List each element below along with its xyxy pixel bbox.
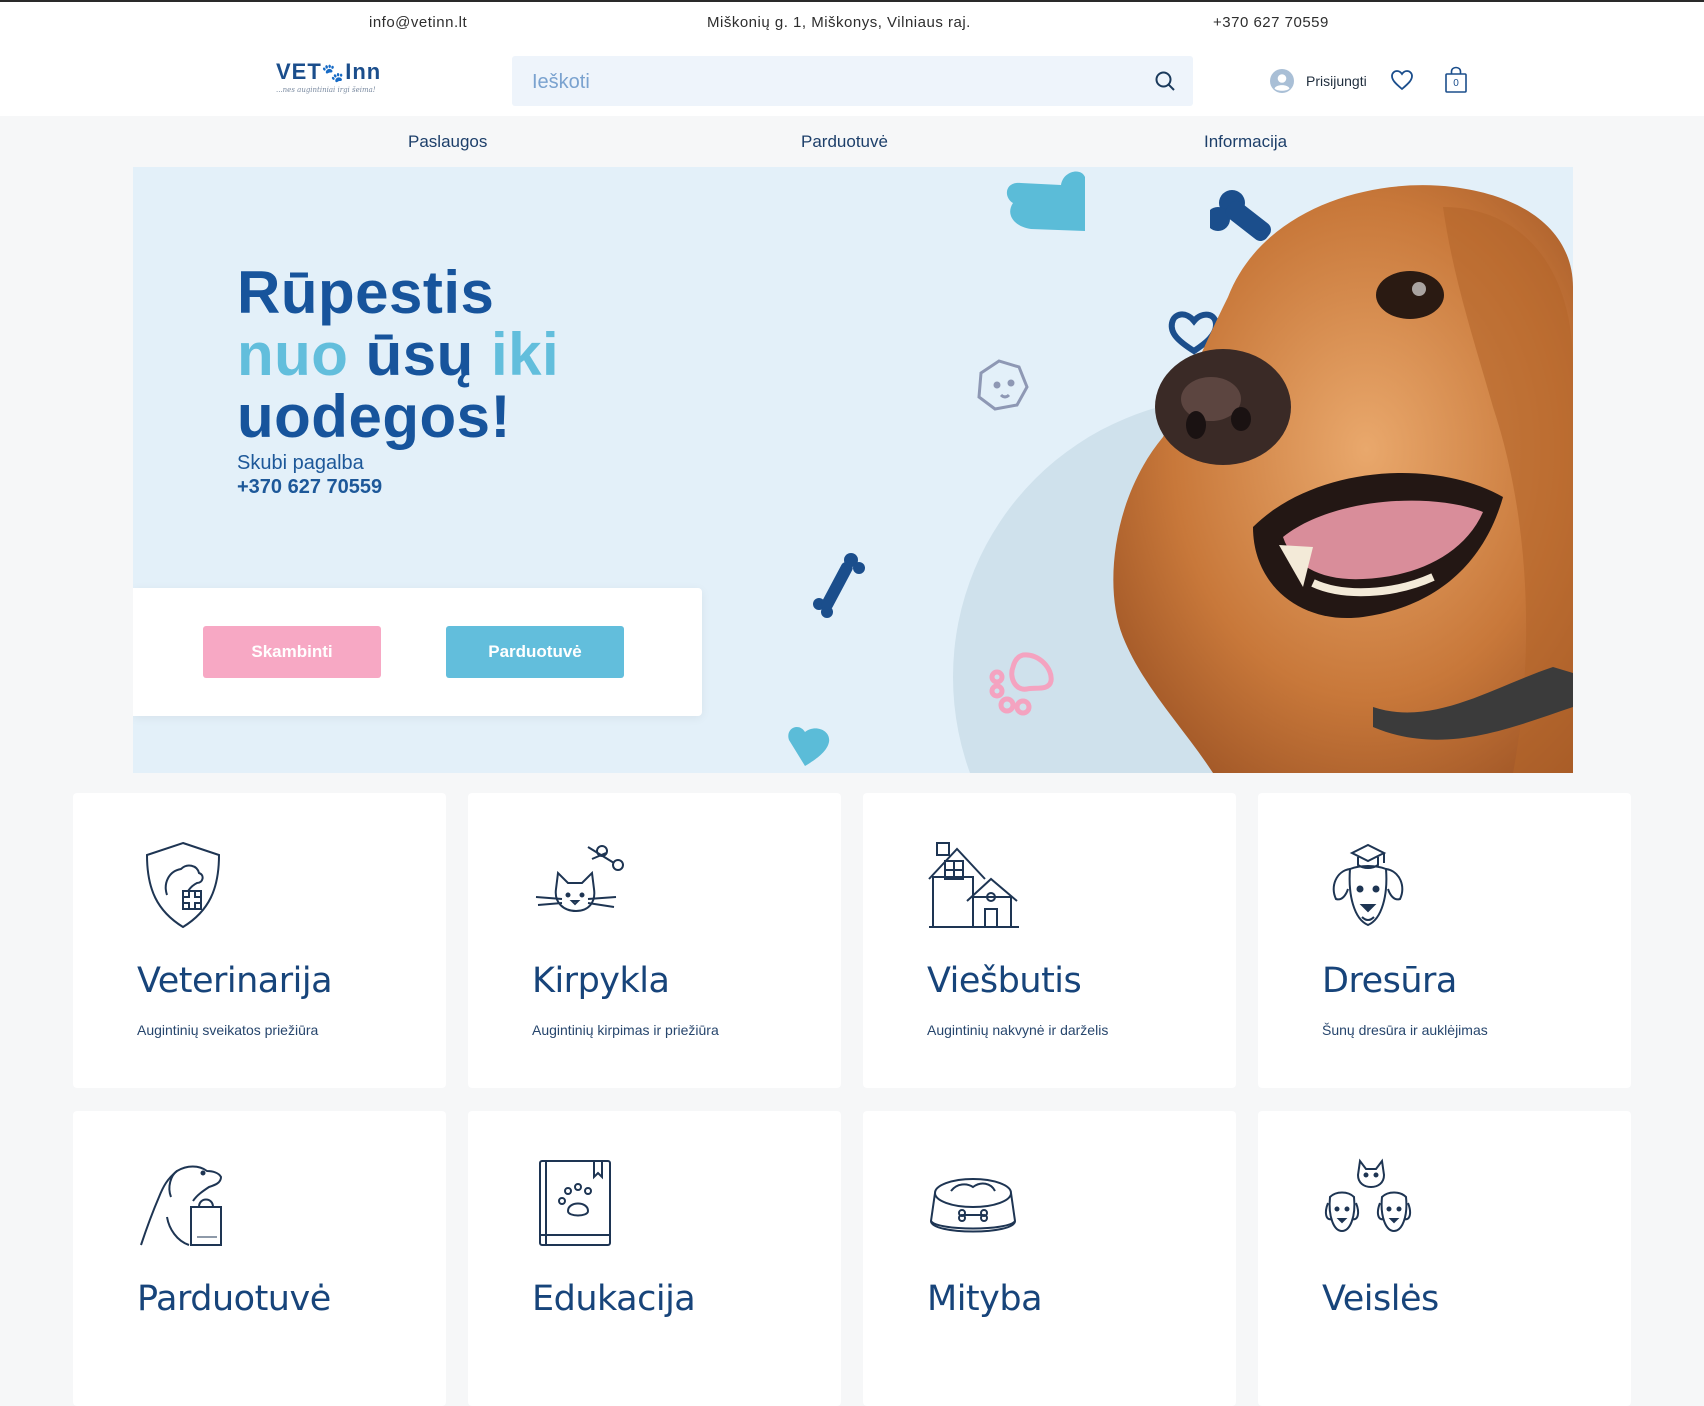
service-card-viesbutis[interactable]: Viešbutis Augintinių nakvynė ir darželis xyxy=(863,793,1236,1088)
search-icon[interactable] xyxy=(1153,69,1177,93)
service-card-veisles[interactable]: Veislės xyxy=(1258,1111,1631,1406)
login-label: Prisijungti xyxy=(1306,73,1367,89)
card-description: Augintinių nakvynė ir darželis xyxy=(927,1022,1109,1038)
card-title: Parduotuvė xyxy=(137,1279,331,1319)
contact-email[interactable]: info@vetinn.lt xyxy=(369,14,467,31)
nav-item-parduotuve[interactable]: Parduotuvė xyxy=(801,132,888,152)
cat-scissors-icon xyxy=(535,845,624,913)
logo-tagline: ...nes augintiniai irgi šeima! xyxy=(276,86,376,94)
card-title: Kirpykla xyxy=(532,961,670,1001)
emergency-label: Skubi pagalba xyxy=(237,452,364,474)
bone-small-decor-icon xyxy=(813,553,865,618)
card-description: Augintinių kirpimas ir priežiūra xyxy=(532,1022,719,1038)
paw-icon: 🐾 xyxy=(321,63,346,83)
dog-shopping-bag-icon xyxy=(140,1165,223,1246)
call-button[interactable]: Skambinti xyxy=(203,626,381,678)
contact-phone[interactable]: +370 627 70559 xyxy=(1213,14,1329,31)
dog-breeds-icon xyxy=(1324,1158,1412,1233)
hero-title-line3: uodegos! xyxy=(237,383,511,451)
hero-title-word-nuo: nuo xyxy=(237,321,349,389)
search-input[interactable] xyxy=(530,68,1114,96)
pet-hotel-icon xyxy=(928,842,1019,928)
shop-button[interactable]: Parduotuvė xyxy=(446,626,624,678)
hero-title-word-iki: iki xyxy=(490,321,560,389)
wishlist-heart-icon[interactable] xyxy=(1390,69,1414,91)
card-title: Edukacija xyxy=(532,1279,696,1319)
service-card-kirpykla[interactable]: Kirpykla Augintinių kirpimas ir priežiūr… xyxy=(468,793,841,1088)
nav-item-paslaugos[interactable]: Paslaugos xyxy=(408,132,487,152)
hero-banner: Rūpestis nuo ūsų iki uodegos! Skubi paga… xyxy=(133,167,1573,773)
heart-small-decor-icon xyxy=(788,726,830,766)
vet-shield-icon xyxy=(145,841,221,929)
food-bowl-icon xyxy=(929,1178,1017,1233)
dog-graduate-icon xyxy=(1332,843,1404,927)
service-card-dresura[interactable]: Dresūra Šunų dresūra ir auklėjimas xyxy=(1258,793,1631,1088)
login-button[interactable]: Prisijungti xyxy=(1270,66,1367,96)
cart-button[interactable]: 0 xyxy=(1444,66,1468,94)
logo-text-inn: Inn xyxy=(345,59,382,84)
card-title: Viešbutis xyxy=(927,961,1082,1001)
paw-book-icon xyxy=(539,1160,611,1246)
logo-text-vet: VET xyxy=(276,59,322,84)
service-card-veterinarija[interactable]: Veterinarija Augintinių sveikatos prieži… xyxy=(73,793,446,1088)
dog-photo xyxy=(1113,185,1573,773)
hero-title-line1: Rūpestis xyxy=(237,259,495,327)
card-description: Augintinių sveikatos priežiūra xyxy=(137,1022,319,1038)
header: info@vetinn.lt Miškonių g. 1, Miškonys, … xyxy=(0,2,1704,116)
service-card-mityba[interactable]: Mityba xyxy=(863,1111,1236,1406)
logo[interactable]: VET🐾Inn ...nes augintiniai irgi šeima! xyxy=(276,59,386,99)
contact-address: Miškonių g. 1, Miškonys, Vilniaus raj. xyxy=(707,14,971,31)
cart-count: 0 xyxy=(1453,78,1459,89)
user-avatar-icon xyxy=(1270,69,1294,93)
card-title: Veislės xyxy=(1322,1279,1439,1319)
emergency-phone[interactable]: +370 627 70559 xyxy=(237,476,382,499)
card-title: Mityba xyxy=(927,1279,1043,1319)
cta-card: Skambinti Parduotuvė xyxy=(133,588,702,716)
search-bar xyxy=(512,56,1193,106)
hero-title-word-usu: ūsų xyxy=(365,321,474,389)
service-card-parduotuve[interactable]: Parduotuvė xyxy=(73,1111,446,1406)
card-description: Šunų dresūra ir auklėjimas xyxy=(1322,1022,1488,1038)
card-title: Dresūra xyxy=(1322,961,1457,1001)
hero-title: Rūpestis nuo ūsų iki uodegos! xyxy=(237,262,559,448)
service-card-edukacija[interactable]: Edukacija xyxy=(468,1111,841,1406)
main-nav: Paslaugos Parduotuvė Informacija xyxy=(0,116,1704,166)
nav-item-informacija[interactable]: Informacija xyxy=(1204,132,1287,152)
card-title: Veterinarija xyxy=(137,961,333,1001)
